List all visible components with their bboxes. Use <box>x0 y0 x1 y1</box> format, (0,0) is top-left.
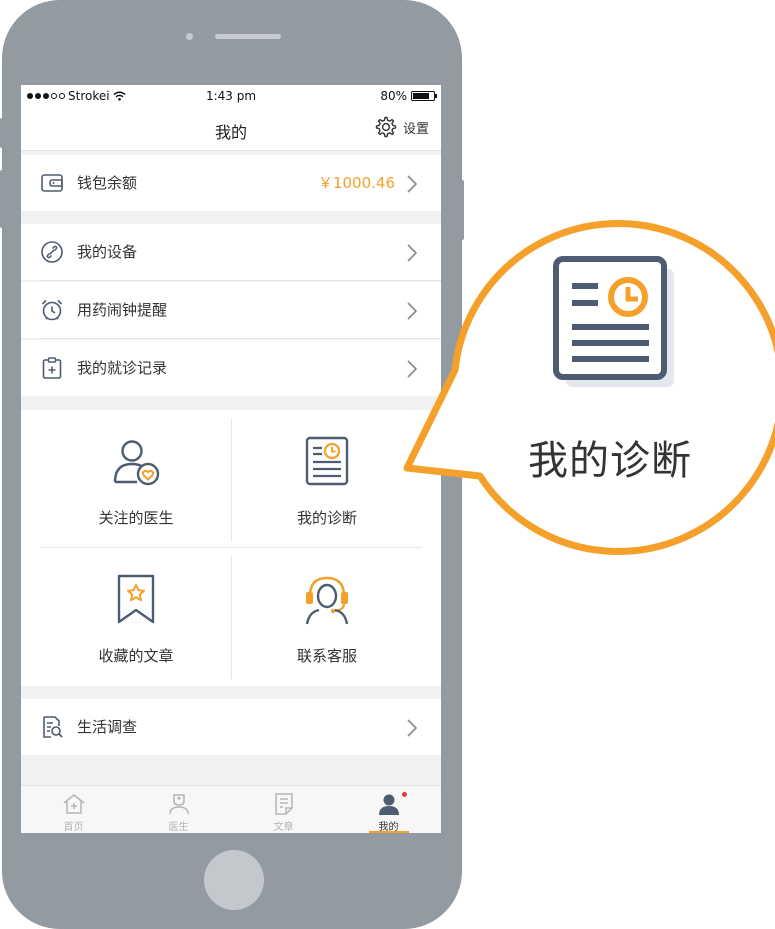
settings-label: 设置 <box>402 121 429 137</box>
menu-label-life-survey: 生活调查 <box>77 718 138 736</box>
tab-me[interactable]: 我的 <box>336 786 441 833</box>
notification-dot <box>402 792 407 797</box>
chevron-right-icon <box>407 175 418 193</box>
tab-label-articles: 文章 <box>273 822 294 833</box>
customer-service-headset-icon <box>305 576 349 625</box>
tab-home[interactable]: 首页 <box>21 786 126 833</box>
mute-switch <box>0 118 4 148</box>
chevron-right-icon <box>407 719 418 737</box>
power-button <box>458 180 464 240</box>
document-search-icon <box>43 716 63 738</box>
tab-bar: 首页 医生 文章 我的 <box>21 785 441 833</box>
wallet-balance: ￥1000.46 <box>317 174 395 192</box>
active-tab-indicator <box>369 831 409 833</box>
app-screen: Strokei 1:43 pm 80% 我的 设置 钱包余额 ￥1000.46 … <box>21 85 441 833</box>
gear-icon <box>375 116 397 138</box>
wallet-label: 钱包余额 <box>77 174 138 192</box>
front-camera <box>186 33 193 40</box>
menu-label-medication-alarm: 用药闹钟提醒 <box>77 301 168 319</box>
row-divider <box>40 280 441 281</box>
status-bar: Strokei 1:43 pm 80% <box>21 85 441 107</box>
article-icon <box>275 793 293 815</box>
tab-label-doctors: 医生 <box>168 822 189 833</box>
settings-button[interactable]: 设置 <box>375 116 429 138</box>
nav-bar: 我的 设置 <box>21 107 441 151</box>
menu-item-my-devices[interactable]: 我的设备 <box>21 224 441 280</box>
grid-label-followed-doctors: 关注的医生 <box>98 509 174 527</box>
diagnosis-document-icon <box>305 436 349 486</box>
callout-title: 我的诊断 <box>528 438 692 484</box>
tab-doctors[interactable]: 医生 <box>126 786 231 833</box>
grid-item-followed-doctors[interactable]: 关注的医生 <box>41 414 231 548</box>
link-icon <box>41 241 63 263</box>
home-button[interactable] <box>204 850 264 910</box>
home-icon <box>63 794 85 814</box>
chevron-right-icon <box>407 244 418 262</box>
menu-item-medication-alarm[interactable]: 用药闹钟提醒 <box>21 282 441 338</box>
clipboard-plus-icon <box>42 357 62 379</box>
bookmark-star-icon <box>117 574 155 624</box>
volume-up-button <box>0 170 4 228</box>
tab-label-home: 首页 <box>63 822 84 833</box>
status-time: 1:43 pm <box>205 89 257 103</box>
wallet-balance-row[interactable]: 钱包余额 ￥1000.46 <box>21 155 441 211</box>
grid-item-my-diagnosis[interactable]: 我的诊断 <box>232 414 422 548</box>
doctor-icon <box>169 794 189 815</box>
menu-label-visit-records: 我的就诊记录 <box>77 359 168 377</box>
menu-item-life-survey[interactable]: 生活调查 <box>21 699 441 755</box>
speaker-grill <box>215 34 281 39</box>
tab-articles[interactable]: 文章 <box>231 786 336 833</box>
battery-icon <box>411 91 437 101</box>
wallet-icon <box>41 174 63 192</box>
chevron-right-icon <box>407 302 418 320</box>
grid-label-my-diagnosis: 我的诊断 <box>296 509 357 527</box>
feature-grid: 关注的医生 我的诊断 收藏的文章 联系客服 <box>21 410 441 686</box>
alarm-clock-icon <box>41 299 63 321</box>
menu-label-my-devices: 我的设备 <box>77 243 138 261</box>
doctor-heart-icon <box>113 440 160 486</box>
user-icon <box>379 794 399 815</box>
row-divider <box>40 338 441 339</box>
grid-label-customer-service: 联系客服 <box>296 647 357 665</box>
grid-item-customer-service[interactable]: 联系客服 <box>232 552 422 686</box>
diagnosis-document-icon <box>553 256 674 387</box>
menu-item-visit-records[interactable]: 我的就诊记录 <box>21 340 441 396</box>
grid-label-saved-articles: 收藏的文章 <box>98 647 174 665</box>
chevron-right-icon <box>407 360 418 378</box>
battery-percent: 80% <box>380 89 407 103</box>
grid-item-saved-articles[interactable]: 收藏的文章 <box>41 552 231 686</box>
